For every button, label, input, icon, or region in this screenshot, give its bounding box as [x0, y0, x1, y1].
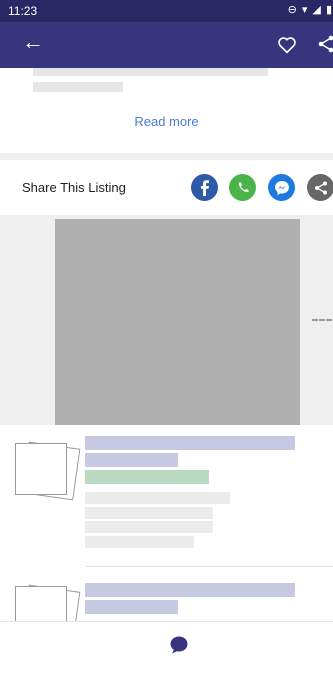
- read-more-link[interactable]: Read more: [0, 114, 333, 129]
- listing-card[interactable]: [0, 570, 333, 621]
- app-bar: ←: [0, 22, 333, 68]
- subtitle-placeholder: [85, 453, 178, 467]
- messenger-icon: [274, 180, 289, 195]
- text-placeholder: [85, 536, 194, 548]
- listing-card[interactable]: [0, 425, 333, 570]
- status-time: 11:23: [8, 4, 38, 18]
- title-placeholder: [85, 436, 295, 450]
- whatsapp-icon: [238, 182, 248, 192]
- price-placeholder: [85, 470, 209, 484]
- generic-share-button[interactable]: [307, 174, 333, 201]
- text-placeholder: [85, 521, 213, 533]
- share-icon[interactable]: [318, 35, 333, 53]
- status-icons: ⊖ ▾ ◢ ▮: [287, 4, 333, 16]
- heart-icon[interactable]: [277, 36, 297, 54]
- facebook-share-button[interactable]: [191, 174, 218, 201]
- text-placeholder: [33, 68, 268, 76]
- subtitle-placeholder: [85, 600, 178, 614]
- facebook-icon: [200, 179, 209, 196]
- text-placeholder: [33, 82, 123, 92]
- section-divider: [0, 153, 333, 160]
- listing-divider: [85, 566, 333, 567]
- status-bar: 11:23 ⊖ ▾ ◢ ▮: [0, 0, 333, 22]
- thumbnail-placeholder: [15, 586, 67, 621]
- arrow-left-icon[interactable]: ←: [22, 31, 44, 53]
- image-gallery[interactable]: [0, 215, 333, 425]
- chat-icon[interactable]: [169, 635, 189, 655]
- gallery-image-placeholder[interactable]: [55, 219, 300, 425]
- share-section: Share This Listing: [0, 160, 333, 215]
- title-placeholder: [85, 583, 295, 597]
- text-placeholder: [85, 492, 230, 504]
- share-label: Share This Listing: [22, 180, 126, 195]
- bottom-bar: [0, 621, 333, 673]
- text-placeholder: [85, 507, 213, 519]
- carousel-indicator: [312, 319, 332, 321]
- messenger-share-button[interactable]: [268, 174, 295, 201]
- thumbnail-placeholder: [15, 443, 67, 495]
- whatsapp-share-button[interactable]: [229, 174, 256, 201]
- share-icon: [314, 181, 327, 194]
